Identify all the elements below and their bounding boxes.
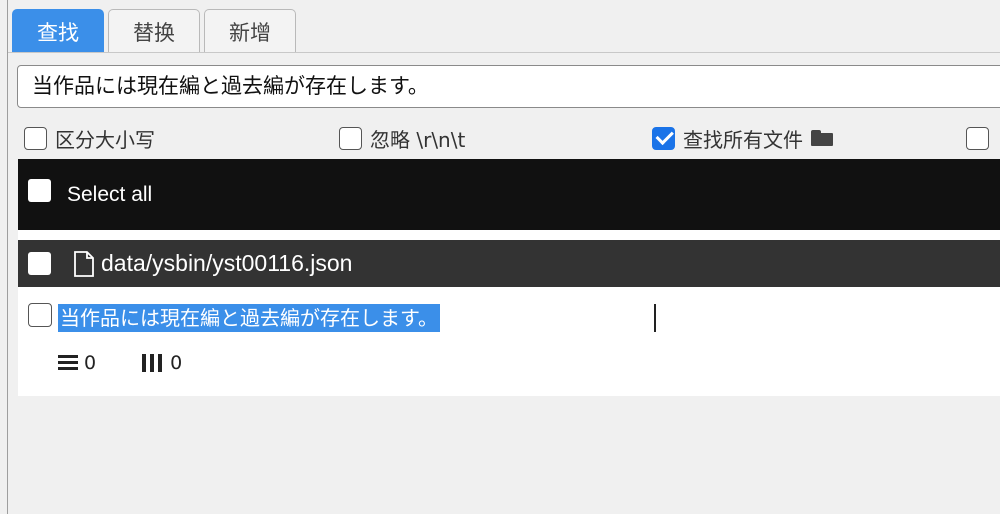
search-options: 区分大小写 忽略 \r\n\t 查找所有文件 [8, 118, 1000, 158]
ignore-escapes-checkbox[interactable] [339, 126, 362, 150]
tab-bar: 查找 替换 新增 [12, 9, 296, 53]
find-all-files-label: 查找所有文件 [683, 127, 803, 152]
text-cursor [654, 304, 656, 332]
case-sensitive-label: 区分大小写 [55, 127, 155, 152]
select-all-checkbox[interactable] [28, 179, 51, 202]
file-icon [74, 250, 94, 277]
lines-icon [58, 355, 78, 371]
tab-add[interactable]: 新增 [204, 9, 296, 53]
column-number-value: 0 [170, 352, 183, 374]
file-select-checkbox[interactable] [28, 252, 51, 275]
find-panel: 查找 替换 新增 区分大小写 忽略 \r\n\t 查找所有文件 Select a… [8, 0, 1000, 514]
file-result-header[interactable]: data/ysbin/yst00116.json [18, 240, 1000, 287]
find-all-files-checkbox[interactable] [652, 126, 675, 150]
search-input[interactable] [17, 65, 1000, 108]
case-sensitive-checkbox[interactable] [24, 126, 47, 150]
match-location: 0 0 [58, 352, 228, 374]
match-select-checkbox[interactable] [28, 303, 52, 327]
match-row[interactable]: 当作品には現在編と過去編が存在します。 [28, 300, 440, 336]
case-sensitive-option[interactable]: 区分大小写 [24, 118, 155, 158]
tab-find[interactable]: 查找 [12, 9, 104, 53]
ignore-escapes-option[interactable]: 忽略 \r\n\t [339, 118, 465, 158]
results-list: data/ysbin/yst00116.json 当作品には現在編と過去編が存在… [18, 230, 1000, 396]
columns-icon [142, 354, 164, 372]
ignore-escapes-label: 忽略 \r\n\t [370, 127, 466, 152]
match-text[interactable]: 当作品には現在編と過去編が存在します。 [58, 304, 440, 332]
find-all-files-option[interactable]: 查找所有文件 [652, 118, 833, 158]
window-left-border [0, 0, 8, 514]
column-number: 0 [142, 352, 182, 374]
empty-results-area [18, 396, 1000, 514]
fourth-option[interactable] [966, 118, 989, 158]
fourth-option-checkbox[interactable] [966, 126, 989, 150]
tab-divider [8, 52, 1000, 53]
line-number-value: 0 [84, 352, 97, 374]
select-all-label: Select all [67, 182, 153, 206]
folder-icon [811, 130, 833, 146]
tab-replace[interactable]: 替换 [108, 9, 200, 53]
line-number: 0 [58, 352, 96, 374]
file-path: data/ysbin/yst00116.json [101, 250, 353, 276]
select-all-bar: Select all [18, 159, 1000, 230]
